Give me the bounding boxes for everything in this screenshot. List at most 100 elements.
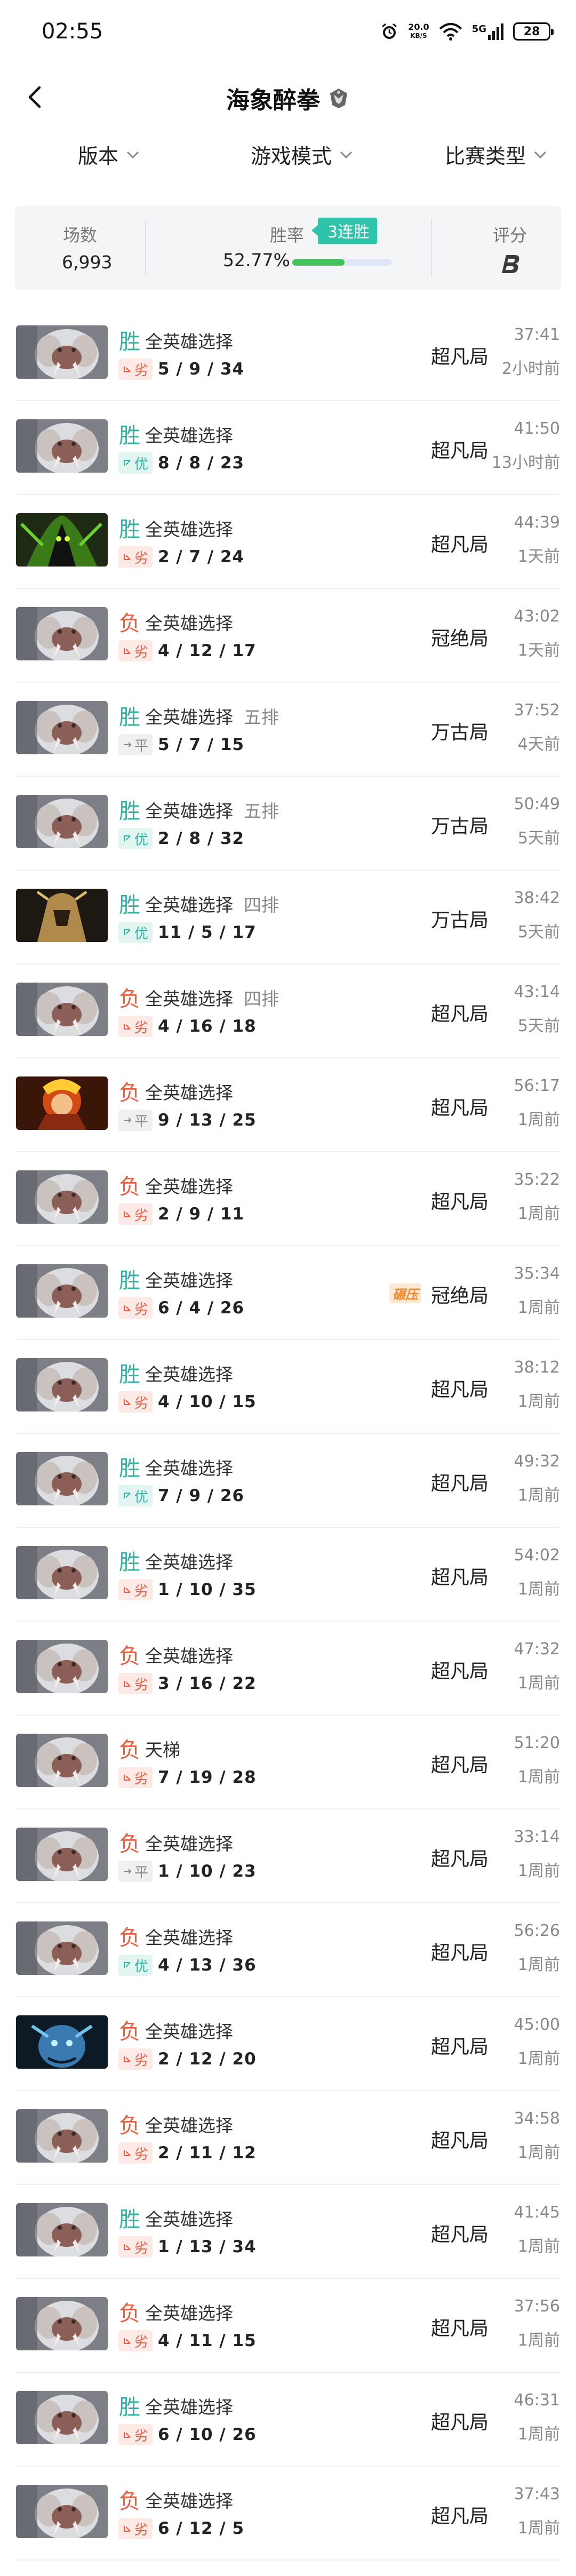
match-duration: 54:02 — [514, 1546, 560, 1565]
match-row[interactable]: 胜全英雄选择劣 4 / 10 / 15 超凡局 38:12 1周前 — [16, 1340, 560, 1434]
network-speed: 20.0 KB/S — [408, 22, 429, 39]
hero-avatar — [16, 1358, 108, 1411]
match-row[interactable]: 胜全英雄选择劣 2 / 7 / 24 超凡局 44:39 1天前 — [16, 495, 560, 589]
game-mode: 全英雄选择 — [145, 801, 233, 822]
match-duration: 46:31 — [514, 2391, 560, 2410]
match-row[interactable]: 负全英雄选择劣 2 / 9 / 11 超凡局 35:22 1周前 — [16, 1152, 560, 1246]
filter-match-type[interactable]: 比赛类型 — [445, 140, 547, 169]
trend-arrow-icon — [123, 1209, 132, 1219]
match-result: 负 — [119, 2020, 140, 2044]
match-time-ago: 1周前 — [517, 2331, 560, 2350]
match-row[interactable]: 负全英雄选择优 4 / 13 / 36 超凡局 56:26 1周前 — [16, 1903, 560, 1997]
filter-version[interactable]: 版本 — [78, 140, 140, 169]
match-time-ago: 1周前 — [517, 2237, 560, 2256]
match-row[interactable]: 胜全英雄选择 四排优 11 / 5 / 17 万古局 38:42 5天前 — [16, 871, 560, 964]
match-time-ago: 1周前 — [517, 2425, 560, 2444]
trend-arrow-icon — [123, 2524, 132, 2533]
match-row[interactable]: 负全英雄选择劣 2 / 11 / 12 超凡局 34:58 1周前 — [16, 2091, 560, 2185]
match-time-ago: 1周前 — [517, 1956, 560, 1974]
wifi-icon — [439, 23, 462, 41]
match-duration: 50:49 — [514, 795, 560, 814]
match-duration: 33:14 — [514, 1828, 560, 1846]
matches-value: 6,993 — [62, 252, 113, 273]
performance-badge: 劣 — [118, 358, 153, 380]
match-row[interactable]: 胜全英雄选择劣 1 / 13 / 34 超凡局 41:45 1周前 — [16, 2185, 560, 2279]
game-mode: 全英雄选择 — [145, 519, 233, 540]
match-row[interactable]: 胜全英雄选择劣 6 / 4 / 26 碾压 冠绝局 35:34 1周前 — [16, 1246, 560, 1340]
divider — [431, 219, 432, 277]
match-result: 胜 — [119, 330, 140, 354]
match-row[interactable]: 负全英雄选择平 1 / 10 / 23 超凡局 33:14 1周前 — [16, 1809, 560, 1903]
filter-game-mode[interactable]: 游戏模式 — [251, 140, 353, 169]
match-row[interactable]: 负天梯劣 7 / 19 / 28 超凡局 51:20 1周前 — [16, 1716, 560, 1809]
match-time-ago: 1周前 — [517, 2049, 560, 2068]
match-row[interactable]: 胜全英雄选择劣 6 / 10 / 26 超凡局 46:31 1周前 — [16, 2373, 560, 2467]
performance-badge: 劣 — [118, 640, 153, 661]
hero-avatar — [16, 419, 108, 473]
match-tier: 冠绝局 — [431, 628, 489, 650]
game-mode: 全英雄选择 — [145, 1927, 233, 1948]
match-duration: 37:52 — [514, 701, 560, 720]
match-row[interactable]: 负全英雄选择劣 2 / 12 / 20 超凡局 45:00 1周前 — [16, 1997, 560, 2091]
match-row[interactable]: 负全英雄选择劣 4 / 11 / 15 超凡局 37:56 1周前 — [16, 2279, 560, 2373]
match-tier: 超凡局 — [431, 1754, 489, 1776]
game-mode: 全英雄选择 — [145, 988, 233, 1009]
hero-avatar — [16, 795, 108, 848]
match-list: 胜全英雄选择劣 5 / 9 / 34 超凡局 37:41 2小时前胜全英雄选择优 8 / … — [0, 307, 576, 2561]
performance-badge: 优 — [118, 828, 153, 849]
grade-label: 评分 — [493, 225, 527, 245]
match-result: 胜 — [119, 799, 140, 824]
match-time-ago: 1周前 — [517, 1486, 560, 1505]
match-row[interactable]: 负全英雄选择 四排劣 4 / 16 / 18 超凡局 43:14 5天前 — [16, 964, 560, 1058]
party-size: 四排 — [244, 895, 279, 915]
performance-badge: 劣 — [118, 2142, 153, 2164]
game-mode: 全英雄选择 — [145, 613, 233, 634]
trend-arrow-icon — [123, 458, 132, 468]
hero-avatar — [16, 701, 108, 754]
match-row[interactable]: 胜全英雄选择 五排平 5 / 7 / 15 万古局 37:52 4天前 — [16, 683, 560, 777]
match-row[interactable]: 胜全英雄选择 五排优 2 / 8 / 32 万古局 50:49 5天前 — [16, 777, 560, 871]
match-row[interactable]: 负全英雄选择平 9 / 13 / 25 超凡局 56:17 1周前 — [16, 1058, 560, 1152]
performance-badge: 劣 — [118, 1673, 153, 1694]
performance-badge: 劣 — [118, 1016, 153, 1037]
match-tier: 冠绝局 — [431, 1285, 489, 1307]
match-duration: 45:00 — [514, 2015, 560, 2034]
streak-badge: 3连胜 — [311, 218, 378, 244]
performance-badge: 优 — [118, 922, 153, 943]
game-mode: 全英雄选择 — [145, 1552, 233, 1573]
match-tier: 超凡局 — [431, 1473, 489, 1495]
kda: 7 / 9 / 26 — [158, 1486, 245, 1505]
game-mode: 全英雄选择 — [145, 425, 233, 446]
kda: 4 / 10 / 15 — [158, 1392, 257, 1411]
kda: 4 / 13 / 36 — [158, 1956, 257, 1975]
match-time-ago: 1周前 — [517, 1580, 560, 1599]
game-mode: 全英雄选择 — [145, 1270, 233, 1291]
match-row[interactable]: 胜全英雄选择优 7 / 9 / 26 超凡局 49:32 1周前 — [16, 1434, 560, 1528]
chevron-down-icon — [126, 151, 139, 158]
match-duration: 37:43 — [514, 2485, 560, 2503]
party-size: 五排 — [244, 801, 279, 822]
match-tier: 超凡局 — [431, 1848, 489, 1870]
match-duration: 56:26 — [514, 1921, 560, 1940]
match-row[interactable]: 负全英雄选择劣 3 / 16 / 22 超凡局 47:32 1周前 — [16, 1622, 560, 1716]
match-duration: 37:56 — [514, 2297, 560, 2316]
performance-badge: 劣 — [118, 2518, 153, 2539]
performance-badge: 劣 — [118, 1767, 153, 1788]
match-result: 胜 — [119, 705, 140, 730]
hero-avatar — [16, 513, 108, 567]
trend-arrow-icon — [123, 1679, 132, 1688]
match-result: 胜 — [119, 2207, 140, 2232]
performance-badge: 劣 — [118, 2236, 153, 2258]
match-duration: 38:12 — [514, 1358, 560, 1377]
match-row[interactable]: 胜全英雄选择优 8 / 8 / 23 超凡局 41:50 13小时前 — [16, 401, 560, 495]
match-tier: 超凡局 — [431, 2036, 489, 2058]
match-row[interactable]: 负全英雄选择劣 4 / 12 / 17 冠绝局 43:02 1天前 — [16, 589, 560, 683]
match-time-ago: 1周前 — [517, 1392, 560, 1411]
match-row[interactable]: 负全英雄选择劣 6 / 12 / 5 超凡局 37:43 1周前 — [16, 2467, 560, 2561]
match-row[interactable]: 胜全英雄选择劣 5 / 9 / 34 超凡局 37:41 2小时前 — [16, 307, 560, 401]
cell-signal-icon: 5G — [472, 23, 503, 40]
hero-avatar — [16, 2297, 108, 2350]
trend-arrow-icon — [123, 2054, 132, 2064]
match-row[interactable]: 胜全英雄选择劣 1 / 10 / 35 超凡局 54:02 1周前 — [16, 1528, 560, 1622]
kda: 6 / 10 / 26 — [158, 2425, 257, 2444]
